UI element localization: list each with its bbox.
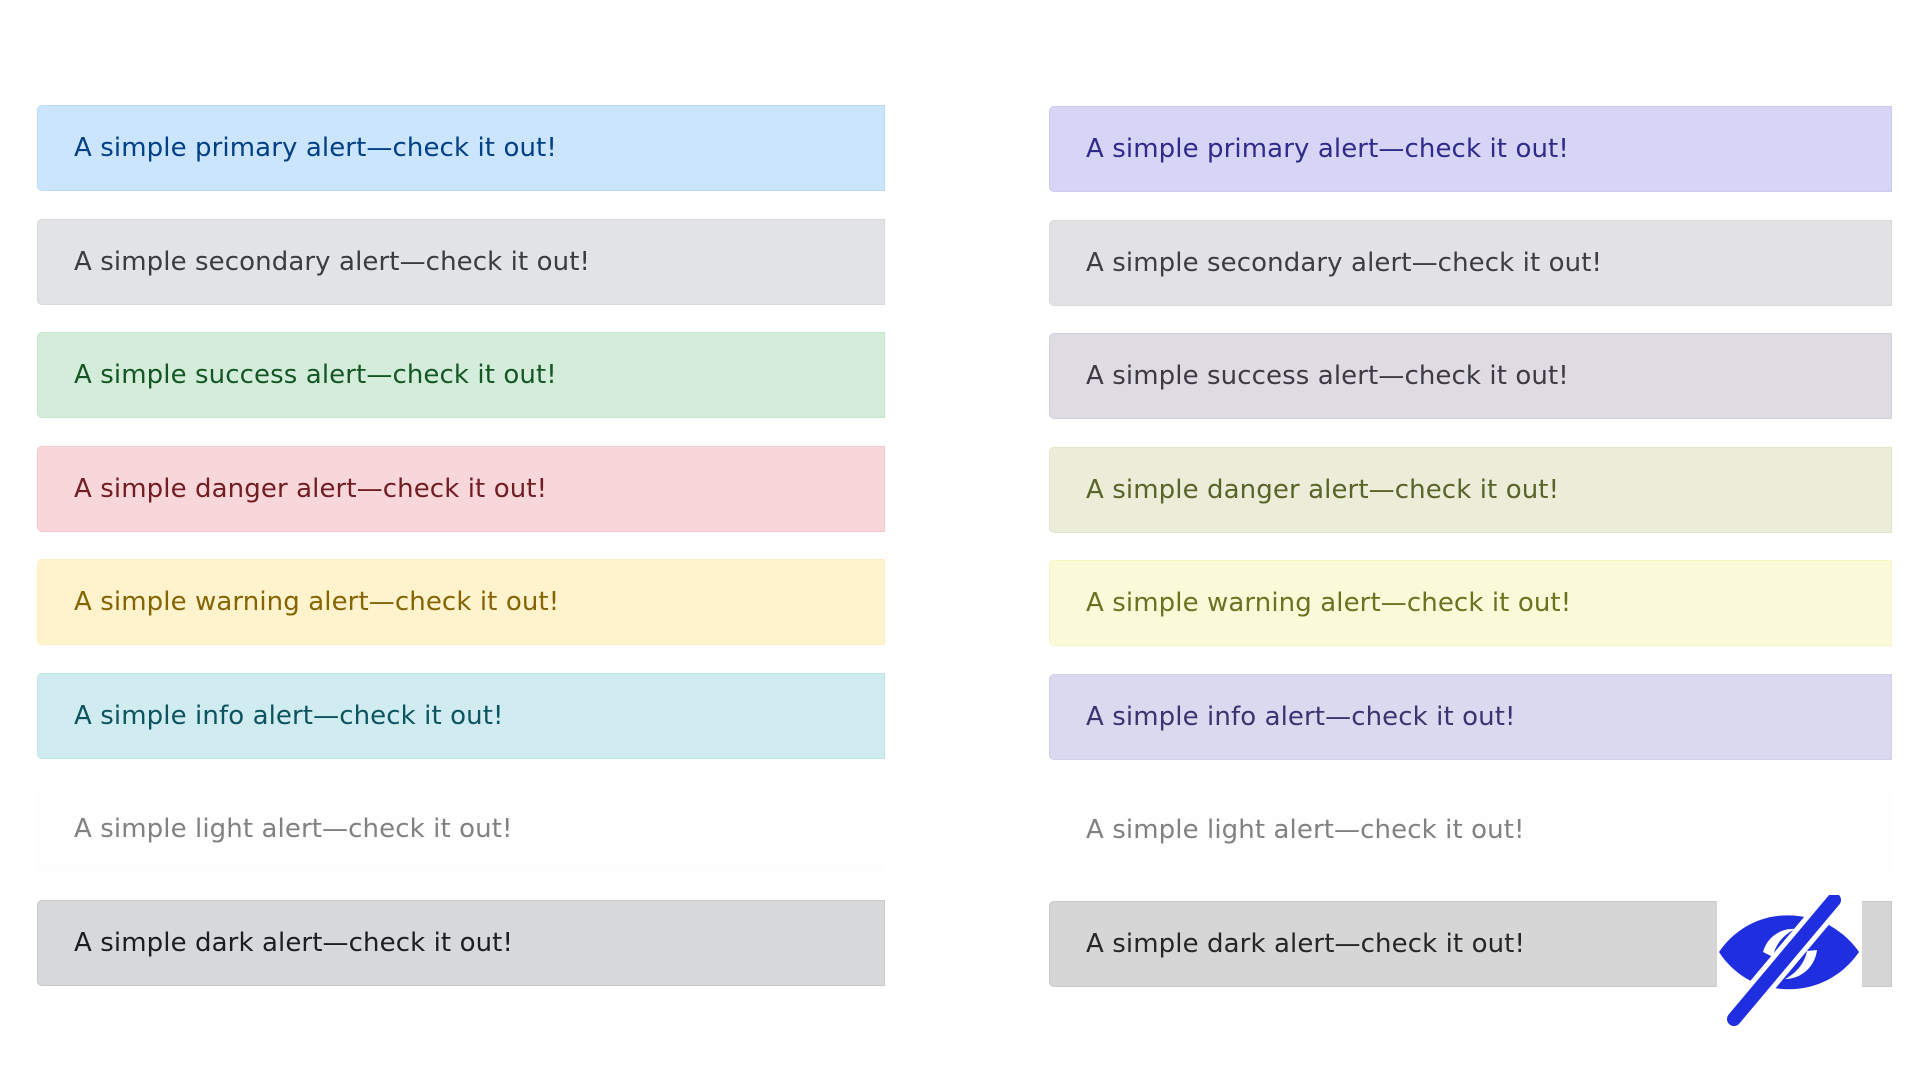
left-alert: A simple warning alert—check it out! xyxy=(37,559,885,645)
left-alert: A simple dark alert—check it out! xyxy=(37,899,885,986)
right-alert: A simple info alert—check it out! xyxy=(1049,673,1892,760)
alert-text: A simple warning alert—check it out! xyxy=(74,587,560,617)
alert-text: A simple primary alert—check it out! xyxy=(74,133,557,163)
left-alert: A simple info alert—check it out! xyxy=(37,672,885,759)
alert-text: A simple success alert—check it out! xyxy=(74,360,557,390)
alert-text: A simple dark alert—check it out! xyxy=(1086,928,1525,959)
alert-text: A simple light alert—check it out! xyxy=(74,814,513,844)
left-alert: A simple light alert—check it out! xyxy=(37,786,885,872)
alert-text: A simple light alert—check it out! xyxy=(1086,815,1525,845)
right-alert: A simple success alert—check it out! xyxy=(1049,333,1892,419)
alert-text: A simple primary alert—check it out! xyxy=(1086,134,1569,164)
alert-text: A simple danger alert—check it out! xyxy=(74,473,548,504)
left-alert: A simple primary alert—check it out! xyxy=(37,105,885,191)
alert-text: A simple secondary alert—check it out! xyxy=(74,246,591,277)
alert-text: A simple danger alert—check it out! xyxy=(1086,474,1560,505)
alert-text: A simple secondary alert—check it out! xyxy=(1086,247,1603,278)
alert-text: A simple info alert—check it out! xyxy=(1086,701,1516,732)
right-alert: A simple light alert—check it out! xyxy=(1049,787,1892,873)
right-alert: A simple danger alert—check it out! xyxy=(1049,446,1892,533)
original-alerts-column: A simple primary alert—check it out! A si… xyxy=(37,105,885,1013)
left-alert: A simple success alert—check it out! xyxy=(37,332,885,418)
alert-text: A simple success alert—check it out! xyxy=(1086,361,1569,391)
alert-text: A simple info alert—check it out! xyxy=(74,700,504,731)
left-alert: A simple secondary alert—check it out! xyxy=(37,218,885,305)
eye-slash-icon xyxy=(1719,895,1859,1027)
left-alert: A simple danger alert—check it out! xyxy=(37,445,885,532)
right-alert: A simple primary alert—check it out! xyxy=(1049,106,1892,192)
alert-text: A simple warning alert—check it out! xyxy=(1086,588,1572,618)
right-alert: A simple warning alert—check it out! xyxy=(1049,560,1892,646)
right-alert: A simple secondary alert—check it out! xyxy=(1049,219,1892,306)
simulated-alerts-column: A simple primary alert—check it out! A si… xyxy=(1049,105,1892,1014)
alert-text: A simple dark alert—check it out! xyxy=(74,927,513,958)
eye-slash-badge xyxy=(1717,895,1862,1027)
alerts-comparison-page: A simple primary alert—check it out! A si… xyxy=(0,0,1920,1080)
